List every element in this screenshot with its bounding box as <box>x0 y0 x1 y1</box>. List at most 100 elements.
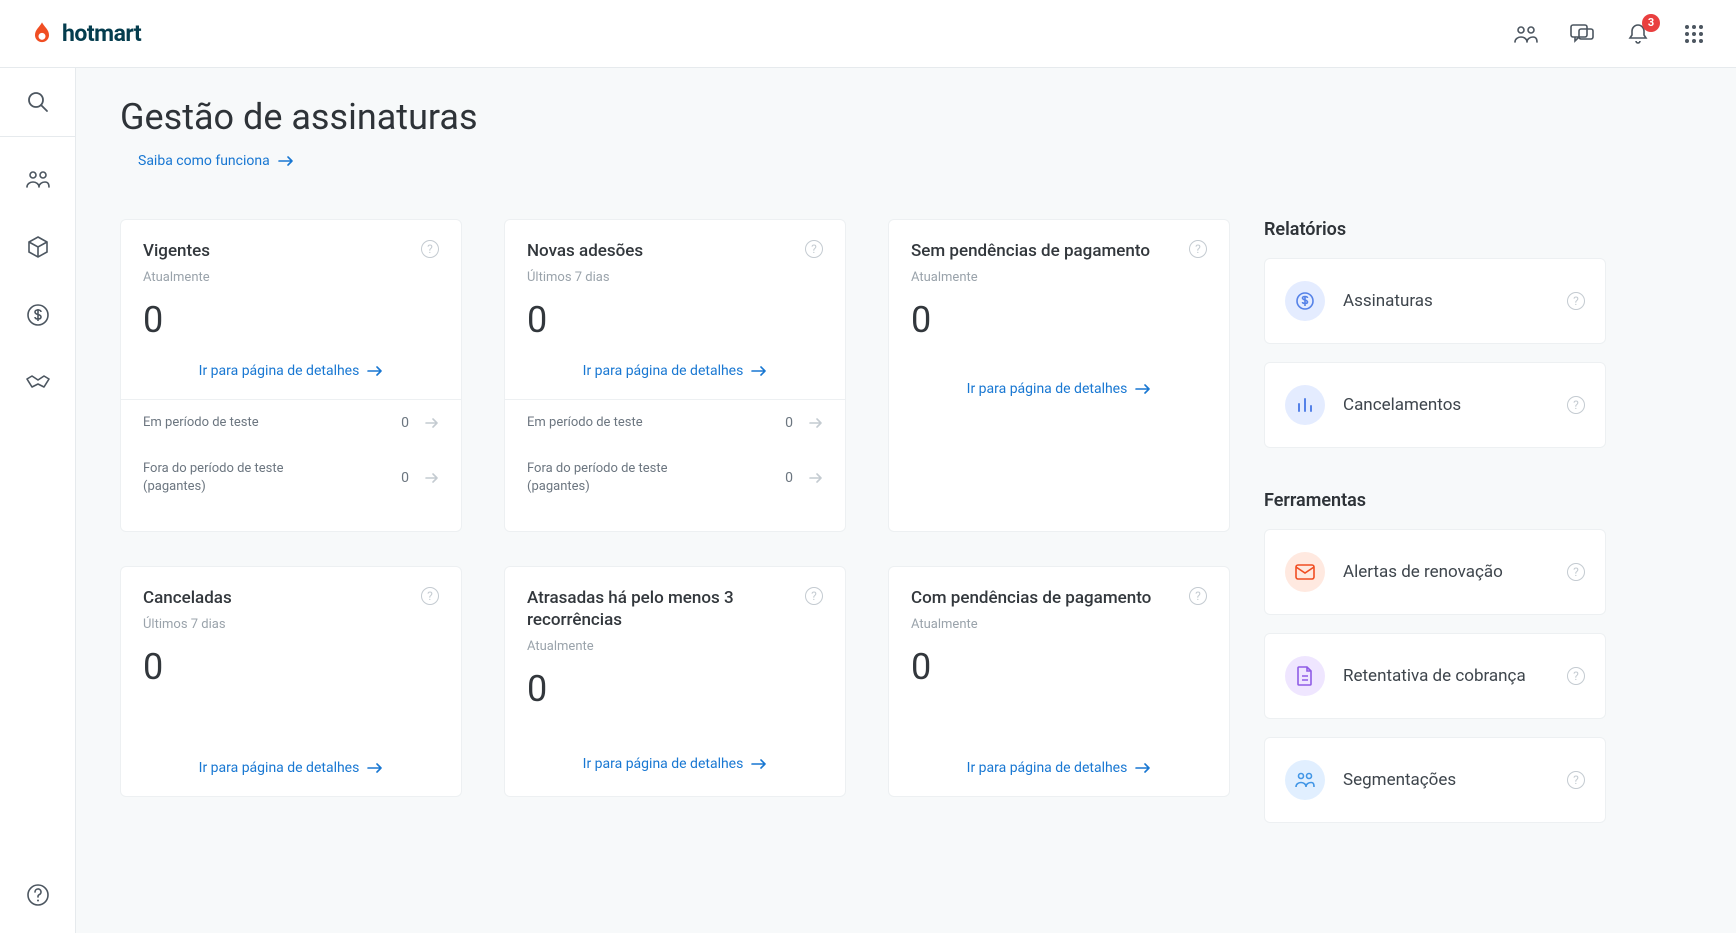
info-icon[interactable]: ? <box>1189 240 1207 258</box>
card-subtitle: Últimos 7 dias <box>527 270 823 285</box>
report-assinaturas[interactable]: Assinaturas ? <box>1264 258 1606 344</box>
card-sem-pendencias: Sem pendências de pagamento ? Atualmente… <box>888 219 1230 532</box>
search-icon[interactable] <box>24 88 52 116</box>
chat-icon[interactable] <box>1568 20 1596 48</box>
help-icon[interactable] <box>24 881 52 909</box>
dollar-icon[interactable] <box>24 301 52 329</box>
logo-text: hotmart <box>62 20 141 47</box>
details-link[interactable]: Ir para página de detalhes <box>199 363 384 379</box>
arrow-right-icon <box>751 758 767 770</box>
page-title: Gestão de assinaturas <box>120 96 1688 138</box>
tools-section: Ferramentas Alertas de renovação ? Reten… <box>1264 490 1606 823</box>
dollar-circle-icon <box>1285 281 1325 321</box>
card-title: Atrasadas há pelo menos 3 recorrências <box>527 587 795 631</box>
details-link[interactable]: Ir para página de detalhes <box>583 363 768 379</box>
report-label: Assinaturas <box>1343 291 1539 311</box>
arrow-right-icon <box>1135 383 1151 395</box>
sidebar-people-icon[interactable] <box>24 165 52 193</box>
tool-alertas[interactable]: Alertas de renovação ? <box>1264 529 1606 615</box>
info-icon[interactable]: ? <box>805 240 823 258</box>
report-label: Cancelamentos <box>1343 395 1539 415</box>
people-icon[interactable] <box>1512 20 1540 48</box>
info-icon[interactable]: ? <box>1567 563 1585 581</box>
info-icon[interactable]: ? <box>1189 587 1207 605</box>
info-icon[interactable]: ? <box>1567 667 1585 685</box>
card-subtitle: Atualmente <box>911 617 1207 632</box>
card-com-pendencias: Com pendências de pagamento ? Atualmente… <box>888 566 1230 797</box>
details-link[interactable]: Ir para página de detalhes <box>967 760 1152 776</box>
card-title: Vigentes <box>143 240 210 262</box>
tool-segmentacoes[interactable]: Segmentações ? <box>1264 737 1606 823</box>
card-value: 0 <box>143 646 439 688</box>
people-group-icon <box>1285 760 1325 800</box>
card-subtitle: Atualmente <box>527 639 823 654</box>
card-title: Com pendências de pagamento <box>911 587 1151 609</box>
logo[interactable]: hotmart <box>28 20 141 48</box>
arrow-right-icon <box>425 417 439 429</box>
card-subtitle: Atualmente <box>143 270 439 285</box>
card-value: 0 <box>911 299 1207 341</box>
report-cancelamentos[interactable]: Cancelamentos ? <box>1264 362 1606 448</box>
topbar-actions: 3 <box>1512 20 1708 48</box>
card-subtitle: Últimos 7 dias <box>143 617 439 632</box>
tool-retentativa[interactable]: Retentativa de cobrança ? <box>1264 633 1606 719</box>
breakdown-label: Fora do período de teste (pagantes) <box>527 460 707 496</box>
card-value: 0 <box>527 668 823 710</box>
box-icon[interactable] <box>24 233 52 261</box>
card-title: Canceladas <box>143 587 232 609</box>
tool-label: Alertas de renovação <box>1343 562 1539 582</box>
learn-more-label: Saiba como funciona <box>138 153 270 169</box>
details-link-label: Ir para página de detalhes <box>967 760 1128 776</box>
info-icon[interactable]: ? <box>805 587 823 605</box>
breakdown-label: Fora do período de teste (pagantes) <box>143 460 323 496</box>
info-icon[interactable]: ? <box>1567 771 1585 789</box>
breakdown-row-trial[interactable]: Em período de teste 0 <box>527 400 823 446</box>
info-icon[interactable]: ? <box>1567 292 1585 310</box>
sidebar <box>0 68 76 933</box>
tool-label: Segmentações <box>1343 770 1539 790</box>
handshake-icon[interactable] <box>24 369 52 397</box>
right-column: Relatórios Assinaturas ? Cancelamentos <box>1264 219 1606 823</box>
breakdown-row-trial[interactable]: Em período de teste 0 <box>143 400 439 446</box>
breakdown-value: 0 <box>401 415 409 431</box>
bell-icon[interactable]: 3 <box>1624 20 1652 48</box>
breakdown-value: 0 <box>785 415 793 431</box>
envelope-icon <box>1285 552 1325 592</box>
breakdown-label: Em período de teste <box>527 414 643 432</box>
details-link[interactable]: Ir para página de detalhes <box>199 760 384 776</box>
card-vigentes: Vigentes ? Atualmente 0 Ir para página d… <box>120 219 462 532</box>
document-icon <box>1285 656 1325 696</box>
details-link-label: Ir para página de detalhes <box>583 363 744 379</box>
arrow-right-icon <box>1135 762 1151 774</box>
details-link[interactable]: Ir para página de detalhes <box>967 381 1152 397</box>
bar-chart-icon <box>1285 385 1325 425</box>
flame-icon <box>28 20 56 48</box>
arrow-right-icon <box>278 155 294 167</box>
card-canceladas: Canceladas ? Últimos 7 dias 0 Ir para pá… <box>120 566 462 797</box>
reports-title: Relatórios <box>1264 219 1606 240</box>
card-subtitle: Atualmente <box>911 270 1207 285</box>
breakdown-label: Em período de teste <box>143 414 259 432</box>
info-icon[interactable]: ? <box>421 240 439 258</box>
details-link[interactable]: Ir para página de detalhes <box>583 756 768 772</box>
info-icon[interactable]: ? <box>1567 396 1585 414</box>
breakdown-value: 0 <box>401 470 409 486</box>
learn-more-link[interactable]: Saiba como funciona <box>138 153 294 169</box>
cards-grid: Vigentes ? Atualmente 0 Ir para página d… <box>120 219 1230 797</box>
notification-badge: 3 <box>1642 14 1660 32</box>
arrow-right-icon <box>367 365 383 377</box>
breakdown-value: 0 <box>785 470 793 486</box>
info-icon[interactable]: ? <box>421 587 439 605</box>
details-link-label: Ir para página de detalhes <box>199 363 360 379</box>
details-link-label: Ir para página de detalhes <box>199 760 360 776</box>
apps-grid-icon[interactable] <box>1680 20 1708 48</box>
card-novas-adesoes: Novas adesões ? Últimos 7 dias 0 Ir para… <box>504 219 846 532</box>
breakdown-row-paying[interactable]: Fora do período de teste (pagantes) 0 <box>527 446 823 510</box>
card-value: 0 <box>143 299 439 341</box>
details-link-label: Ir para página de detalhes <box>583 756 744 772</box>
tool-label: Retentativa de cobrança <box>1343 666 1539 686</box>
main: Gestão de assinaturas Saiba como funcion… <box>76 68 1736 933</box>
details-link-label: Ir para página de detalhes <box>967 381 1128 397</box>
breakdown-row-paying[interactable]: Fora do período de teste (pagantes) 0 <box>143 446 439 510</box>
reports-section: Relatórios Assinaturas ? Cancelamentos <box>1264 219 1606 448</box>
